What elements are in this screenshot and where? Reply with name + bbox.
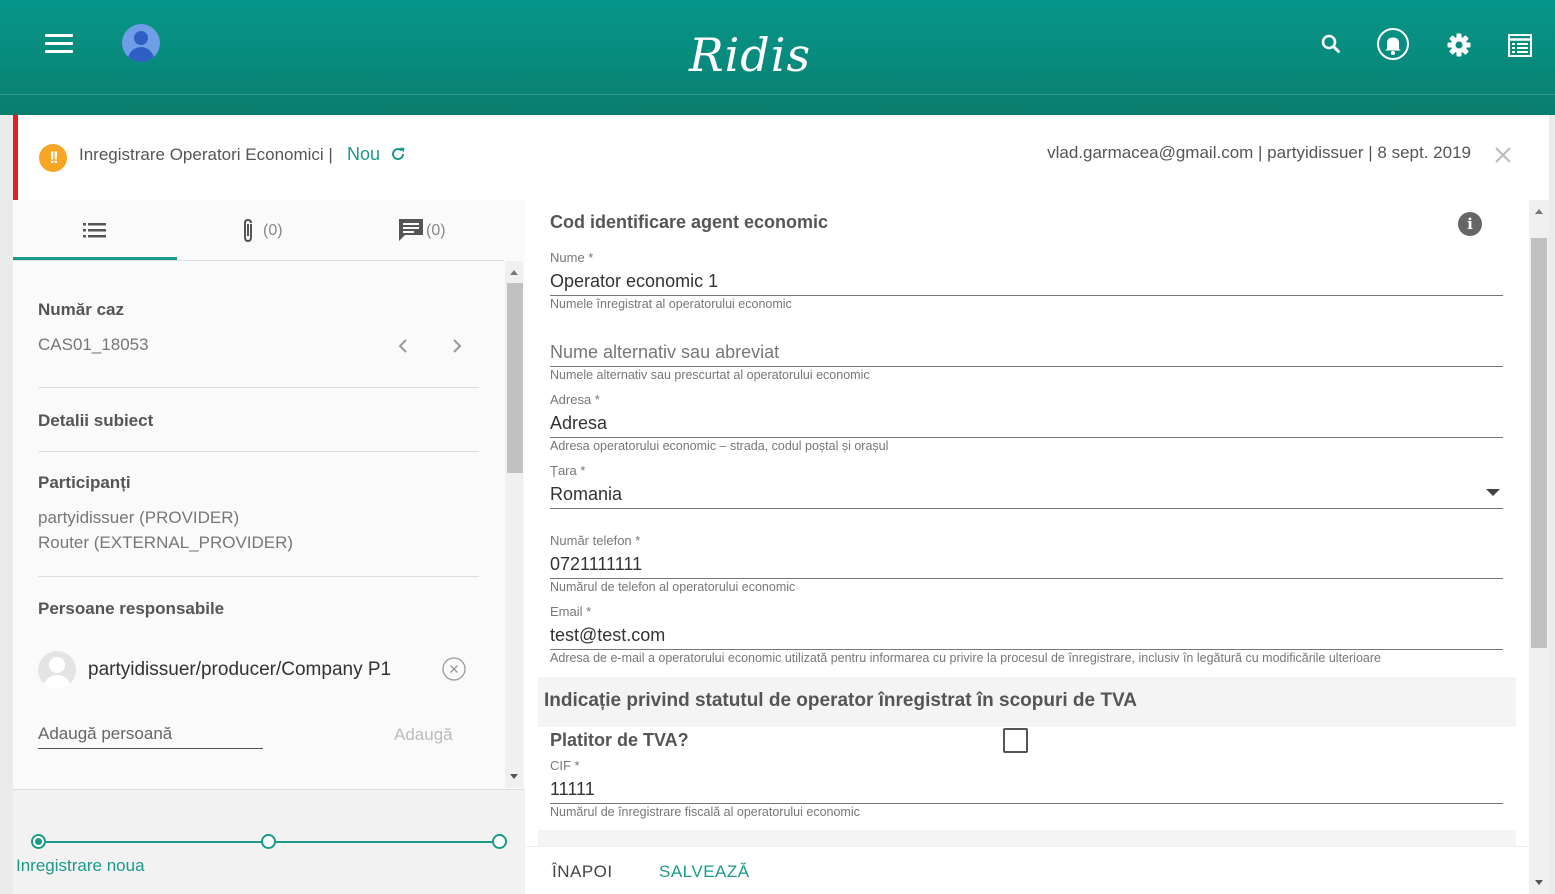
right-scrollbar[interactable] <box>1529 200 1549 894</box>
case-number: CAS01_18053 <box>38 335 149 354</box>
tva-section-title: Indicație privind statutul de operator î… <box>544 690 1137 711</box>
alt-name-input[interactable] <box>550 338 1503 367</box>
avatar <box>38 651 76 689</box>
case-number-label: Număr caz <box>38 300 124 319</box>
chevron-left-icon[interactable] <box>397 339 411 353</box>
step-3[interactable] <box>492 834 507 849</box>
field-label: Email * <box>550 604 592 619</box>
warning-icon: !! <box>39 144 67 172</box>
case-header: !! Inregistrare Operatori Economici | No… <box>13 115 1549 200</box>
subject-details-label[interactable]: Detalii subiect <box>38 411 153 431</box>
next-section-label: ... . . .. . . <box>38 779 104 788</box>
field-label <box>550 321 1503 338</box>
refresh-icon[interactable] <box>389 145 407 163</box>
participant-item: Router (EXTERNAL_PROVIDER) <box>38 533 294 552</box>
header-divider <box>0 94 1555 95</box>
next-section-band <box>538 830 1516 846</box>
field-hint: Adresa operatorului economic – strada, c… <box>550 439 889 453</box>
comment-icon <box>399 219 423 241</box>
back-button[interactable]: ÎNAPOI <box>552 862 613 882</box>
field-hint: Adresa de e-mail a operatorului economic… <box>550 651 1381 665</box>
scroll-down-arrow[interactable] <box>510 774 518 779</box>
section-divider <box>38 451 479 452</box>
case-details-panel: (0) (0) Număr caz CAS01_18053 Detalii su… <box>13 200 525 894</box>
form-actions: ÎNAPOI SALVEAZĂ <box>525 846 1529 894</box>
section-title: Cod identificare agent economic <box>550 212 829 232</box>
paperclip-icon <box>244 218 252 243</box>
left-scrollbar[interactable] <box>505 261 523 788</box>
scrollbar-thumb[interactable] <box>1531 238 1547 648</box>
tva-checkbox-label: Platitor de TVA? <box>550 730 689 750</box>
add-person-button[interactable]: Adaugă <box>394 725 453 745</box>
field-label: Nume * <box>550 250 594 265</box>
tva-checkbox[interactable] <box>1003 728 1028 753</box>
field-label: Țara * <box>550 463 586 478</box>
tab-comments[interactable]: (0) <box>341 200 505 260</box>
field-label: Adresa * <box>550 392 600 407</box>
chevron-right-icon[interactable] <box>449 339 463 353</box>
remove-person-icon[interactable] <box>442 657 466 681</box>
attachments-count: (0) <box>263 222 283 239</box>
participants-label: Participanți <box>38 473 131 492</box>
cif-input[interactable] <box>550 775 1503 804</box>
field-label: CIF * <box>550 758 580 773</box>
top-app-bar: Ridis <box>0 0 1555 115</box>
search-icon[interactable] <box>1314 28 1348 62</box>
scrollbar-thumb[interactable] <box>507 283 523 473</box>
field-cif: CIF * Numărul de înregistrare fiscală al… <box>550 758 1503 819</box>
field-email: Email * Adresa de e-mail a operatorului … <box>550 604 1503 665</box>
field-alt-name: Numele alternativ sau prescurtat al oper… <box>550 321 1503 382</box>
address-input[interactable] <box>550 409 1503 438</box>
workflow-stepper: Inregistrare noua <box>13 789 525 894</box>
details-tabs: (0) (0) <box>13 200 504 261</box>
field-hint: Numele înregistrat al operatorului econo… <box>550 297 792 311</box>
section-divider <box>38 576 479 577</box>
comments-count: (0) <box>426 222 446 239</box>
field-adresa: Adresa * Adresa operatorului economic – … <box>550 392 1503 453</box>
scroll-up-arrow[interactable] <box>1535 209 1543 214</box>
scroll-up-arrow[interactable] <box>510 270 518 275</box>
close-icon[interactable] <box>1493 145 1513 165</box>
list-icon <box>83 223 106 238</box>
registration-form: Cod identificare agent economic i Nume *… <box>525 200 1529 846</box>
tab-attachments[interactable]: (0) <box>177 200 341 260</box>
step-2[interactable] <box>261 834 276 849</box>
add-person-input[interactable] <box>38 719 263 749</box>
country-select[interactable] <box>550 480 1503 509</box>
email-input[interactable] <box>550 621 1503 650</box>
case-title: Inregistrare Operatori Economici | <box>79 145 333 164</box>
responsible-person: partyidissuer/producer/Company P1 <box>88 659 392 680</box>
field-telefon: Număr telefon * Numărul de telefon al op… <box>550 533 1503 594</box>
info-icon[interactable]: i <box>1458 212 1482 236</box>
participant-item: partyidissuer (PROVIDER) <box>38 508 240 527</box>
save-button[interactable]: SALVEAZĂ <box>659 862 750 882</box>
details-scroll-area[interactable]: Număr caz CAS01_18053 Detalii subiect Pa… <box>13 261 504 788</box>
active-step-label: Inregistrare noua <box>16 856 145 875</box>
gear-icon[interactable] <box>1442 28 1476 62</box>
case-status-link[interactable]: Nou <box>347 144 380 165</box>
section-divider <box>38 387 479 388</box>
field-hint: Numărul de telefon al operatorului econo… <box>550 580 796 594</box>
name-input[interactable] <box>550 267 1503 296</box>
phone-input[interactable] <box>550 550 1503 579</box>
tab-details[interactable] <box>13 200 177 260</box>
field-nume: Nume * Numele înregistrat al operatorulu… <box>550 250 1503 311</box>
list-icon[interactable] <box>1503 28 1537 62</box>
dropdown-arrow-icon[interactable] <box>1486 489 1500 496</box>
field-hint: Numele alternativ sau prescurtat al oper… <box>550 368 870 382</box>
field-label: Număr telefon * <box>550 533 641 548</box>
case-meta: vlad.garmacea@gmail.com | partyidissuer … <box>1047 143 1471 162</box>
bell-icon[interactable] <box>1376 28 1410 62</box>
responsible-label: Persoane responsabile <box>38 599 225 618</box>
field-hint: Numărul de înregistrare fiscală al opera… <box>550 805 860 819</box>
app-logo: Ridis <box>688 28 812 82</box>
field-tara: Țara * <box>550 463 1503 509</box>
step-1[interactable] <box>31 834 46 849</box>
scroll-down-arrow[interactable] <box>1535 880 1543 885</box>
